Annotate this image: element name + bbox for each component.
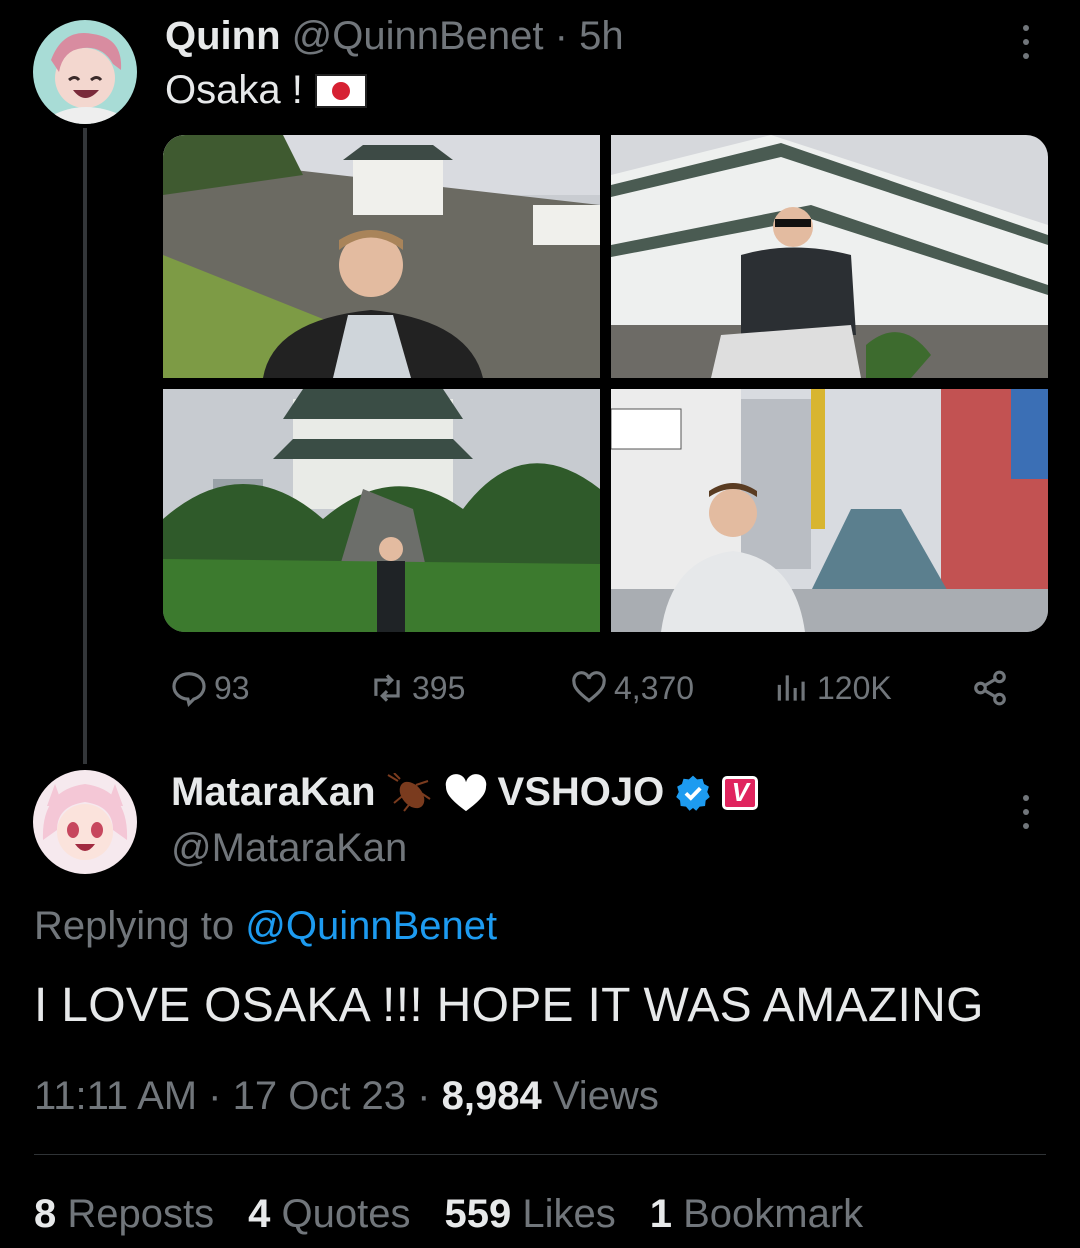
repost-icon [374,674,400,702]
cockroach-icon [387,772,431,812]
bookmarks-count: 1 [649,1192,672,1236]
photo-castle-wall[interactable] [163,135,600,378]
likes-stat[interactable]: 559 Likes [444,1192,615,1237]
verified-badge-icon[interactable] [674,774,712,812]
vshojo-label: VSHOJO [497,770,665,814]
matarakan-handle[interactable]: @MataraKan [171,826,407,871]
tweet1-time[interactable]: 5h [579,14,624,58]
tweet2-body: I LOVE OSAKA !!! HOPE IT WAS AMAZING [34,979,984,1032]
photo-castle-garden[interactable] [163,389,600,632]
likes-count: 559 [444,1192,512,1236]
analytics-icon [777,675,805,701]
replying-to-link[interactable]: @QuinnBenet [245,904,497,948]
tweet2-meta: 11:11 AM · 17 Oct 23 · 8,984 Views [34,1074,659,1119]
quinn-avatar[interactable] [33,20,137,124]
tweet1-header: Quinn @QuinnBenet · 5h [165,14,624,59]
like-count: 4,370 [614,669,695,706]
views-button[interactable]: 120K [773,660,892,716]
replying-prefix: Replying to [34,904,235,948]
share-button[interactable] [971,660,1009,716]
reply-icon [172,672,206,707]
photo-castle-sitting[interactable] [611,135,1048,378]
tweet2-name-row: MataraKan VSHOJO V [171,770,759,815]
reposts-stat[interactable]: 8 Reposts [34,1192,214,1237]
tweet1-body: Osaka ! [165,68,303,112]
repost-count: 395 [412,669,466,706]
likes-label: Likes [522,1192,616,1236]
quinn-display-name[interactable]: Quinn [165,14,281,58]
tweet2-stats: 8 Reposts 4 Quotes 559 Likes 1 Bookmark [34,1192,863,1237]
bookmarks-stat[interactable]: 1 Bookmark [650,1192,863,1237]
tweet2-views-count: 8,984 [441,1074,542,1118]
tweet2-views-label: Views [552,1074,659,1118]
separator-dot: · [554,14,568,58]
reply-button[interactable]: 93 [170,660,250,716]
heart-icon [572,671,606,703]
tweet1-text: Osaka ! [165,68,367,113]
quotes-label: Quotes [281,1192,411,1236]
like-button[interactable]: 4,370 [570,660,694,716]
divider [34,1154,1046,1155]
tweet2-timestamp[interactable]: 11:11 AM · 17 Oct 23 · [34,1074,430,1118]
thread-line [83,128,87,764]
quotes-stat[interactable]: 4 Quotes [248,1192,410,1237]
share-icon [974,670,1006,706]
repost-button[interactable]: 395 [368,660,465,716]
tweet1-more-icon[interactable] [1006,12,1046,72]
matarakan-display-name[interactable]: MataraKan [171,770,376,815]
quotes-count: 4 [248,1192,271,1236]
reposts-count: 8 [34,1192,57,1236]
quinn-handle[interactable]: @QuinnBenet [292,14,544,58]
views-count: 120K [817,669,892,706]
tweet1-actions: 93 395 4,370 120K [165,660,1025,716]
vshojo-affiliate-badge[interactable]: V [722,775,759,810]
bookmarks-label: Bookmark [683,1192,864,1236]
photo-dotonbori[interactable] [611,389,1048,632]
white-heart-icon [445,773,486,811]
reply-count: 93 [214,669,250,706]
tweet2-more-icon[interactable] [1006,782,1046,842]
japan-flag-icon [314,73,367,108]
replying-to: Replying to @QuinnBenet [34,904,497,949]
reposts-label: Reposts [67,1192,215,1236]
matarakan-avatar[interactable] [33,770,137,874]
